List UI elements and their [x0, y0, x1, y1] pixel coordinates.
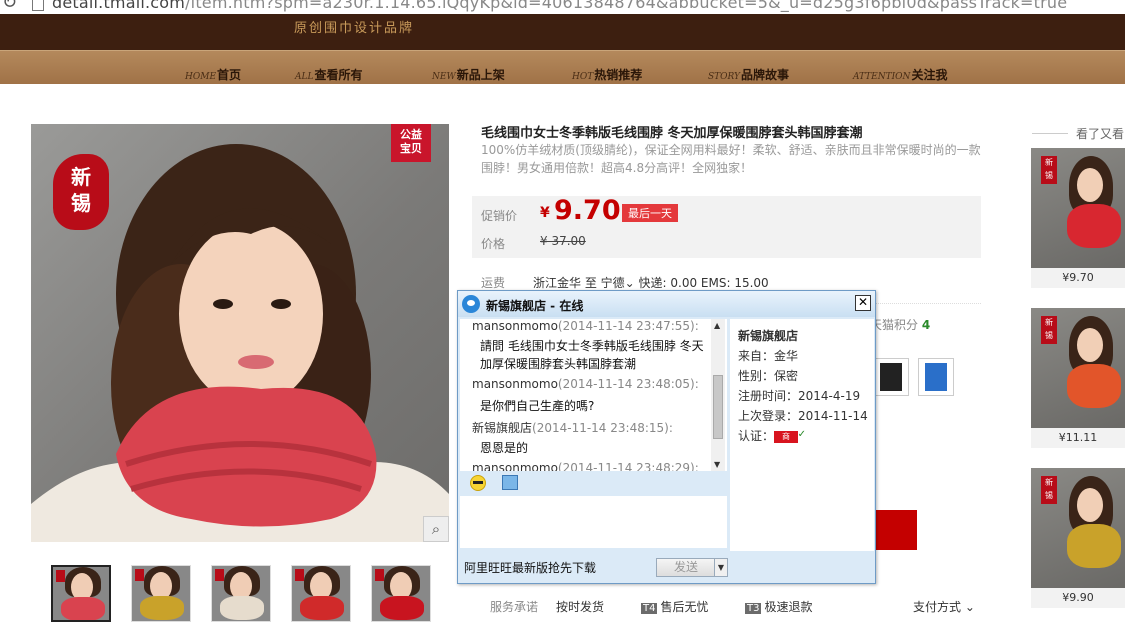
nav-attention[interactable]: ATTENTION关注我 — [853, 66, 947, 83]
nav-hot[interactable]: HOT热销推荐 — [572, 66, 642, 83]
brand-header: 原创围巾设计品牌 — [0, 14, 1125, 50]
chat-toolbar — [460, 471, 727, 495]
browser-address-bar[interactable]: ↻ detail.tmall.com/item.htm?spm=a230r.1.… — [0, 0, 1125, 14]
chat-message-list[interactable]: mansonmomo(2014-11-14 23:47:55): 請問 毛线围巾… — [460, 319, 727, 471]
chat-window[interactable]: 新锡旗舰店 - 在线 ✕ mansonmomo(2014-11-14 23:47… — [457, 290, 876, 584]
service-ontime: 按时发货 — [556, 600, 605, 614]
msg-body: 請問 毛线围巾女士冬季韩版毛线围脖 冬天加厚保暖围脖套头韩国脖套潮 — [480, 339, 704, 371]
rec-price: ¥11.11 — [1031, 428, 1125, 448]
send-button[interactable]: 发送 — [656, 558, 716, 577]
emoji-icon[interactable] — [470, 475, 486, 491]
close-icon[interactable]: ✕ — [855, 295, 871, 311]
shop-last-login: 上次登录：2014-11-14 — [738, 409, 868, 423]
last-day-badge: 最后一天 — [622, 204, 678, 222]
msg-header: 新锡旗舰店(2014-11-14 23:48:15): — [472, 421, 673, 435]
page-icon — [32, 0, 44, 11]
reload-icon[interactable]: ↻ — [2, 0, 17, 13]
chat-title: 新锡旗舰店 - 在线 — [486, 299, 584, 313]
service-aftersale[interactable]: T4 售后无忧 — [641, 598, 709, 615]
shipping-label: 运费 — [481, 276, 506, 290]
main-product-image[interactable]: 新 锡 公益 宝贝 ⌕ — [31, 124, 449, 542]
scroll-up-icon[interactable]: ▲ — [714, 321, 720, 330]
image-icon[interactable] — [502, 475, 518, 490]
scroll-down-icon[interactable]: ▼ — [714, 460, 720, 469]
download-promo-link[interactable]: 阿里旺旺最新版抢先下载 — [464, 559, 596, 576]
product-title: 毛线围巾女士冬季韩版毛线围脖 冬天加厚保暖围脖套头韩国脖套潮 — [481, 126, 863, 141]
thumbnail-4[interactable] — [291, 565, 351, 622]
scroll-thumb[interactable] — [713, 375, 723, 439]
orig-price-label: 价格 — [481, 237, 506, 251]
thumbnail-1[interactable] — [51, 565, 111, 622]
charity-badge: 公益 宝贝 — [391, 124, 431, 162]
msg-body: 恩恩是的 — [480, 441, 529, 455]
seen-also-title: 看了又看 — [1076, 127, 1125, 141]
points-row: 天猫积分 4 — [870, 318, 931, 332]
shipping-text[interactable]: 浙江金华 至 宁德⌄ 快递: 0.00 EMS: 15.00 — [533, 276, 769, 290]
chat-bottom-bar: 阿里旺旺最新版抢先下载 发送 ▼ — [460, 551, 873, 581]
product-subtitle: 100%仿羊绒材质(顶级腈纶)，保证全网用料最好！柔软、舒适、亲肤而且非常保暖时… — [481, 143, 981, 175]
chevron-down-icon[interactable]: ▼ — [714, 558, 728, 577]
msg-body: 是你們自己生產的嗎? — [480, 399, 595, 413]
msg-header: mansonmomo(2014-11-14 23:48:05): — [472, 377, 699, 391]
price-box: 促销价 ¥ 9.70 最后一天 价格 ¥ 37.00 — [472, 195, 981, 258]
msg-header: mansonmomo(2014-11-14 23:48:29): — [472, 461, 699, 471]
chat-scrollbar[interactable]: ▲ ▼ — [711, 319, 725, 471]
pay-method-dropdown[interactable]: 支付方式 ⌄ — [913, 598, 975, 615]
wangwang-icon — [462, 295, 480, 313]
nav-story[interactable]: STORY品牌故事 — [708, 66, 789, 83]
shop-gender: 性别：保密 — [738, 369, 799, 383]
rec-price: ¥9.90 — [1031, 588, 1125, 608]
shipping-row[interactable]: 运费 浙江金华 至 宁德⌄ 快递: 0.00 EMS: 15.00 — [481, 274, 769, 291]
shop-name: 新锡旗舰店 — [738, 329, 799, 343]
divider — [1032, 133, 1068, 134]
thumbnail-5[interactable] — [371, 565, 431, 622]
service-label: 服务承诺 — [490, 600, 539, 614]
rec-item[interactable]: 新 锡 ¥11.11 — [1031, 308, 1125, 448]
nav-new[interactable]: NEW新品上架 — [432, 66, 505, 83]
shop-info-panel: 新锡旗舰店 来自：金华 性别：保密 注册时间：2014-4-19 上次登录：20… — [730, 319, 874, 551]
certified-icon: 商 — [774, 429, 806, 443]
magnifier-icon[interactable]: ⌕ — [423, 516, 449, 542]
store-nav: HOME首页 ALL查看所有 NEW新品上架 HOT热销推荐 STORY品牌故事… — [0, 50, 1125, 84]
thumbnail-2[interactable] — [131, 565, 191, 622]
shop-cert: 认证：商 — [738, 427, 806, 444]
rec-price: ¥9.70 — [1031, 268, 1125, 288]
chat-titlebar[interactable]: 新锡旗舰店 - 在线 ✕ — [458, 291, 875, 317]
msg-header: mansonmomo(2014-11-14 23:47:55): — [472, 319, 699, 333]
currency-symbol: ¥ — [540, 205, 550, 221]
promo-price-label: 促销价 — [481, 209, 518, 223]
service-refund[interactable]: T3 极速退款 — [745, 598, 813, 615]
rec-item[interactable]: 新 锡 ¥9.90 — [1031, 468, 1125, 608]
chat-input[interactable] — [460, 496, 727, 548]
shop-registered: 注册时间：2014-4-19 — [738, 389, 861, 403]
color-swatch-blue[interactable] — [918, 358, 954, 396]
nav-home[interactable]: HOME首页 — [185, 66, 241, 83]
brand-slogan: 原创围巾设计品牌 — [294, 21, 415, 36]
thumbnail-3[interactable] — [211, 565, 271, 622]
shop-from: 来自：金华 — [738, 349, 799, 363]
buy-button[interactable] — [876, 510, 917, 550]
url-text[interactable]: detail.tmall.com/item.htm?spm=a230r.1.14… — [52, 0, 1067, 12]
promo-price: 9.70 — [554, 195, 621, 226]
nav-all[interactable]: ALL查看所有 — [295, 66, 362, 83]
orig-price: ¥ 37.00 — [540, 234, 586, 248]
color-swatch-black[interactable] — [873, 358, 909, 396]
rec-item[interactable]: 新 锡 ¥9.70 — [1031, 148, 1125, 288]
brand-badge: 新 锡 — [53, 154, 109, 230]
